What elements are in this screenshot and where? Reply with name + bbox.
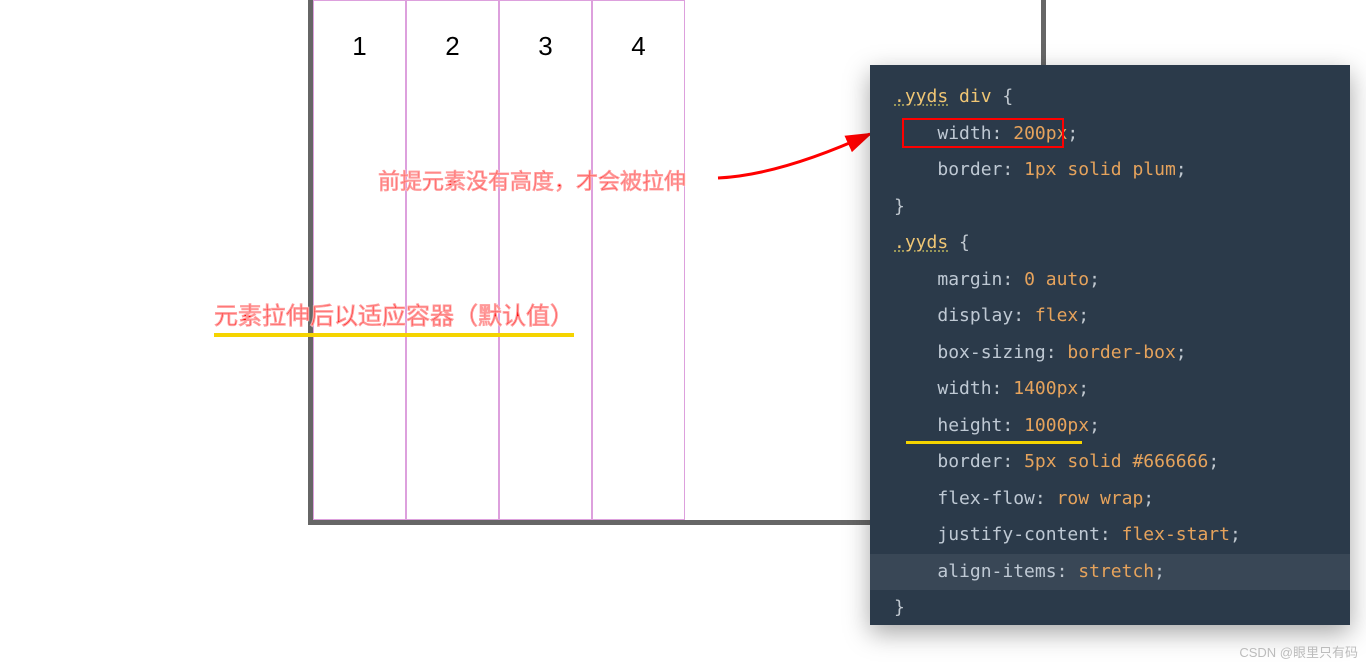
code-val: 200px (1013, 123, 1067, 144)
flex-item: 4 (592, 0, 685, 520)
code-line: height: 1000px; (870, 408, 1350, 445)
code-selector-tag: div (948, 86, 991, 107)
code-punct: ; (1078, 305, 1089, 326)
annotation-top: 前提元素没有高度，才会被拉伸 (378, 164, 686, 196)
code-line: border: 1px solid plum; (870, 152, 1350, 189)
code-line: .yyds div { (870, 79, 1350, 116)
code-val: 5px solid #666666 (1024, 451, 1208, 472)
code-punct: ; (1089, 269, 1100, 290)
code-line: justify-content: flex-start; (870, 517, 1350, 554)
code-punct: ; (1067, 123, 1078, 144)
code-prop: box-sizing (937, 342, 1045, 363)
code-punct: : (1035, 488, 1057, 509)
code-prop: justify-content (937, 524, 1100, 545)
code-prop: width (937, 378, 991, 399)
code-punct: : (992, 123, 1014, 144)
code-line: width: 200px; (870, 116, 1350, 153)
flex-item-label: 3 (538, 31, 552, 61)
code-punct: ; (1143, 488, 1154, 509)
code-punct: : (1100, 524, 1122, 545)
code-line: flex-flow: row wrap; (870, 481, 1350, 518)
code-punct: ; (1176, 159, 1187, 180)
code-prop: width (937, 123, 991, 144)
code-line: } (870, 189, 1350, 226)
code-line: margin: 0 auto; (870, 262, 1350, 299)
code-prop: align-items (937, 561, 1056, 582)
code-line: border: 5px solid #666666; (870, 444, 1350, 481)
code-val: row wrap (1057, 488, 1144, 509)
code-prop: margin (937, 269, 1002, 290)
code-prop: border (937, 159, 1002, 180)
code-val: flex-start (1122, 524, 1230, 545)
watermark: CSDN @眼里只有码 (1239, 642, 1358, 661)
code-panel: .yyds div { width: 200px; border: 1px so… (870, 65, 1350, 625)
code-punct: ; (1176, 342, 1187, 363)
code-punct: ; (1089, 415, 1100, 436)
code-val: flex (1035, 305, 1078, 326)
code-prop: flex-flow (937, 488, 1035, 509)
annotation-main: 元素拉伸后以适应容器（默认值） (214, 296, 574, 337)
flex-item-label: 2 (445, 31, 459, 61)
code-punct: : (1013, 305, 1035, 326)
code-val: stretch (1078, 561, 1154, 582)
code-prop: border (937, 451, 1002, 472)
code-punct: : (1002, 159, 1024, 180)
code-line: width: 1400px; (870, 371, 1350, 408)
code-val: 1px solid plum (1024, 159, 1176, 180)
code-prop: height (937, 415, 1002, 436)
code-punct: ; (1230, 524, 1241, 545)
code-brace: { (948, 232, 970, 253)
flex-item: 2 (406, 0, 499, 520)
code-val: 0 auto (1024, 269, 1089, 290)
code-val: 1000px (1024, 415, 1089, 436)
flex-item-label: 4 (631, 31, 645, 61)
code-selector: .yyds (894, 232, 948, 253)
code-brace: } (894, 597, 905, 618)
code-line: } (870, 590, 1350, 625)
code-selector: .yyds (894, 86, 948, 107)
code-brace: { (992, 86, 1014, 107)
code-line: .yyds { (870, 225, 1350, 262)
code-prop: display (937, 305, 1013, 326)
code-punct: : (1002, 451, 1024, 472)
code-val: border-box (1067, 342, 1175, 363)
flex-item: 3 (499, 0, 592, 520)
code-brace: } (894, 196, 905, 217)
code-punct: : (1057, 561, 1079, 582)
code-punct: ; (1208, 451, 1219, 472)
code-line: box-sizing: border-box; (870, 335, 1350, 372)
code-punct: : (1046, 342, 1068, 363)
code-punct: : (1002, 269, 1024, 290)
flex-item-label: 1 (352, 31, 366, 61)
flex-item: 1 (313, 0, 406, 520)
code-punct: : (1002, 415, 1024, 436)
code-punct: ; (1078, 378, 1089, 399)
code-punct: ; (1154, 561, 1165, 582)
code-line: align-items: stretch; (870, 554, 1350, 591)
code-val: 1400px (1013, 378, 1078, 399)
code-line: display: flex; (870, 298, 1350, 335)
code-punct: : (992, 378, 1014, 399)
